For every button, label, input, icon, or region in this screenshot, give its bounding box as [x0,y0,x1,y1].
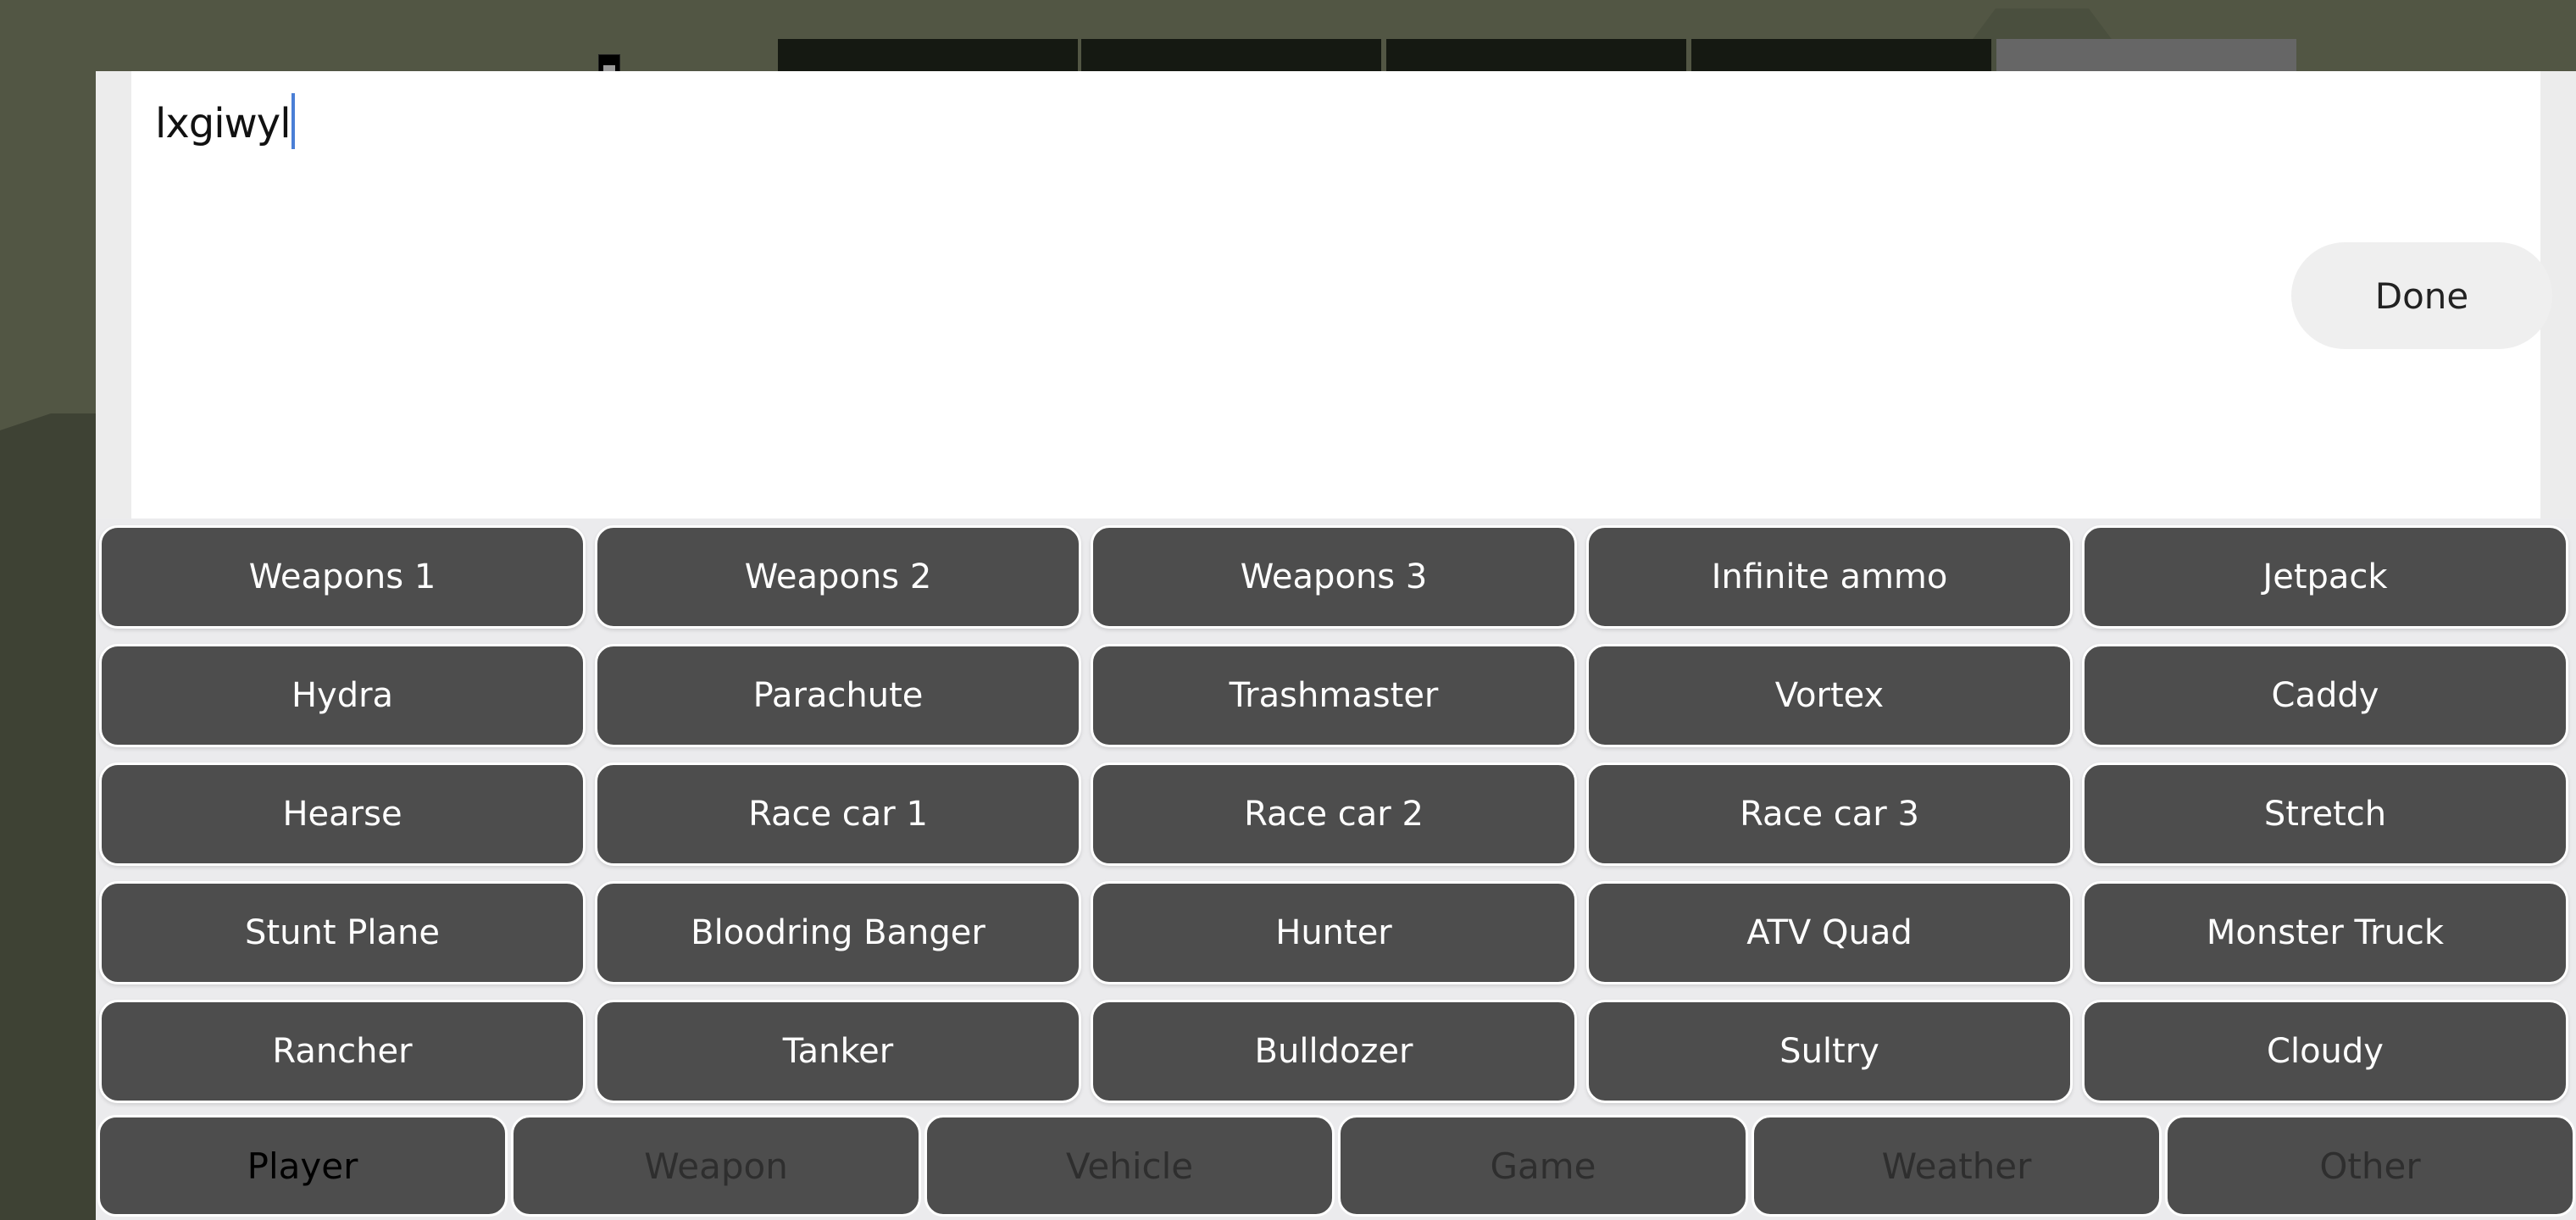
cheat-panel: lxgiwyl Done Weapons 1 Weapons 2 Weapons 3… [96,71,2576,1220]
hud-box-highlight [1996,39,2296,73]
cheat-button-hunter[interactable]: Hunter [1091,881,1577,984]
cheat-button-weapons-1[interactable]: Weapons 1 [99,525,586,629]
cheat-button-vortex[interactable]: Vortex [1586,644,2073,747]
tab-vehicle[interactable]: Vehicle [924,1115,1335,1217]
cheat-text-field[interactable]: lxgiwyl [155,93,295,149]
cheat-button-jetpack[interactable]: Jetpack [2082,525,2568,629]
tab-weapon[interactable]: Weapon [511,1115,921,1217]
cheat-button-infinite-ammo[interactable]: Infinite ammo [1586,525,2073,629]
cheat-button-caddy[interactable]: Caddy [2082,644,2568,747]
category-tab-bar: Player Weapon Vehicle Game Weather Other [96,1113,2576,1220]
game-screen: lxgiwyl Done Weapons 1 Weapons 2 Weapons 3… [0,0,2576,1220]
hud-box [778,39,1078,73]
cheat-button-parachute[interactable]: Parachute [595,644,1081,747]
cheat-button-monster-truck[interactable]: Monster Truck [2082,881,2568,984]
tab-weather[interactable]: Weather [1752,1115,2162,1217]
text-caret [291,93,295,149]
cheat-button-hydra[interactable]: Hydra [99,644,586,747]
cheat-button-hearse[interactable]: Hearse [99,762,586,866]
hud-box [1691,39,1991,73]
tab-game[interactable]: Game [1338,1115,1748,1217]
cheat-button-cloudy[interactable]: Cloudy [2082,1000,2568,1103]
cheat-button-stretch[interactable]: Stretch [2082,762,2568,866]
cheat-button-stunt-plane[interactable]: Stunt Plane [99,881,586,984]
cheat-button-tanker[interactable]: Tanker [595,1000,1081,1103]
cheat-button-weapons-2[interactable]: Weapons 2 [595,525,1081,629]
cheat-button-rancher[interactable]: Rancher [99,1000,586,1103]
tab-other[interactable]: Other [2165,1115,2575,1217]
done-button[interactable]: Done [2291,242,2552,349]
cheat-button-weapons-3[interactable]: Weapons 3 [1091,525,1577,629]
tab-player[interactable]: Player [97,1115,508,1217]
hud-box [1386,39,1686,73]
cheat-button-bloodring-banger[interactable]: Bloodring Banger [595,881,1081,984]
cheat-button-race-car-3[interactable]: Race car 3 [1586,762,2073,866]
cheat-text-value: lxgiwyl [155,100,291,147]
cheat-button-bulldozer[interactable]: Bulldozer [1091,1000,1577,1103]
cheat-text-input[interactable]: lxgiwyl Done [131,71,2552,518]
cheat-button-race-car-2[interactable]: Race car 2 [1091,762,1577,866]
cheat-input-area: lxgiwyl Done [96,71,2576,518]
cheat-button-race-car-1[interactable]: Race car 1 [595,762,1081,866]
cheat-button-sultry[interactable]: Sultry [1586,1000,2073,1103]
cheat-button-grid: Weapons 1 Weapons 2 Weapons 3 Infinite ammo… [96,518,2576,1112]
cheat-button-atv-quad[interactable]: ATV Quad [1586,881,2073,984]
cheat-button-trashmaster[interactable]: Trashmaster [1091,644,1577,747]
hud-box [1081,39,1381,73]
